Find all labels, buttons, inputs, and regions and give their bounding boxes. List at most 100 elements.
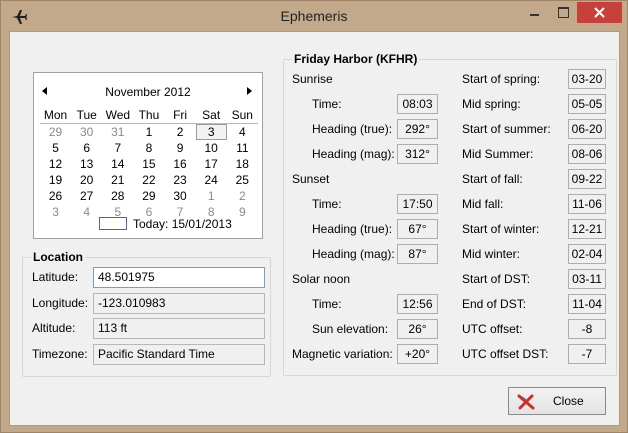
- altitude-field[interactable]: 113 ft: [93, 318, 265, 339]
- calendar-day[interactable]: 3: [195, 124, 227, 140]
- close-icon: [594, 7, 605, 18]
- season-value: 09-22: [568, 169, 606, 189]
- calendar-day[interactable]: 4: [71, 204, 102, 220]
- sunset-time-value: 17:50: [397, 194, 438, 214]
- calendar-day[interactable]: 12: [40, 156, 71, 172]
- calendar-day[interactable]: 15: [133, 156, 164, 172]
- calendar-day[interactable]: 24: [196, 172, 227, 188]
- calendar-day[interactable]: 8: [133, 140, 164, 156]
- station-group: Friday Harbor (KFHR) Sunrise Time: 08:03…: [283, 52, 617, 376]
- weekday-label: Fri: [173, 108, 188, 122]
- calendar-day[interactable]: 3: [40, 204, 71, 220]
- weekday-label: Thu: [138, 108, 160, 122]
- season-value: 03-20: [568, 69, 606, 89]
- sun-elevation-value: 26°: [397, 319, 438, 339]
- calendar-day[interactable]: 2: [165, 124, 196, 140]
- season-label: Start of summer:: [462, 122, 551, 136]
- calendar-week-row: 12 13 14 15 16 17 18: [40, 156, 258, 172]
- solar-noon-time-value: 12:56: [397, 294, 438, 314]
- longitude-field[interactable]: -123.010983: [93, 293, 265, 314]
- sun-elevation-label: Sun elevation:: [312, 322, 389, 336]
- calendar-day[interactable]: 22: [133, 172, 164, 188]
- red-x-icon: [517, 394, 535, 413]
- calendar-day[interactable]: 14: [102, 156, 133, 172]
- calendar-day[interactable]: 20: [71, 172, 102, 188]
- weekday-label: Sat: [202, 108, 221, 122]
- minimize-button[interactable]: [521, 2, 547, 23]
- dialog-body: November 2012 Mon Tue Wed Thu Fri Sat Sun 29 30 3…: [9, 31, 620, 426]
- title-bar[interactable]: Ephemeris: [1, 1, 627, 31]
- calendar-day[interactable]: 7: [102, 140, 133, 156]
- calendar-day[interactable]: 25: [227, 172, 258, 188]
- season-label: Mid fall:: [462, 197, 504, 211]
- sunset-time-label: Time:: [312, 197, 342, 211]
- sunrise-heading-mag-value: 312°: [397, 144, 438, 164]
- calendar-day[interactable]: 30: [165, 188, 196, 204]
- season-label: Start of fall:: [462, 172, 523, 186]
- calendar-week-row: 5 6 7 8 9 10 11: [40, 140, 258, 156]
- calendar-day[interactable]: 18: [227, 156, 258, 172]
- calendar-day[interactable]: 31: [102, 124, 133, 140]
- season-label: End of DST:: [462, 297, 527, 311]
- weekday-label: Mon: [43, 108, 68, 122]
- calendar-day[interactable]: 27: [71, 188, 102, 204]
- station-title: Friday Harbor (KFHR): [292, 52, 420, 66]
- calendar-day[interactable]: 10: [196, 140, 227, 156]
- sunset-heading-mag-value: 87°: [397, 244, 438, 264]
- season-label: UTC offset:: [462, 322, 523, 336]
- calendar-day[interactable]: 5: [40, 140, 71, 156]
- ephemeris-window: Ephemeris November 2012 Mon Tue Wed Thu Fri S…: [0, 0, 628, 433]
- longitude-label: Longitude:: [32, 296, 89, 310]
- season-value: 11-06: [568, 194, 606, 214]
- calendar-day[interactable]: 28: [102, 188, 133, 204]
- calendar-day[interactable]: 17: [196, 156, 227, 172]
- sunset-heading: Sunset: [292, 172, 330, 186]
- sunset-heading-true-label: Heading (true):: [312, 222, 393, 236]
- season-label: Mid Summer:: [462, 147, 534, 161]
- next-month-icon[interactable]: [242, 87, 252, 97]
- month-calendar[interactable]: November 2012 Mon Tue Wed Thu Fri Sat Sun 29 30 3…: [33, 72, 263, 239]
- sunrise-heading-mag-label: Heading (mag):: [312, 147, 395, 161]
- calendar-day[interactable]: 29: [133, 188, 164, 204]
- calendar-day[interactable]: 26: [40, 188, 71, 204]
- calendar-day[interactable]: 30: [71, 124, 102, 140]
- close-button[interactable]: Close: [508, 387, 606, 415]
- calendar-day[interactable]: 4: [227, 124, 258, 140]
- sunrise-heading-true-value: 292°: [397, 119, 438, 139]
- calendar-day[interactable]: 23: [165, 172, 196, 188]
- calendar-day[interactable]: 11: [227, 140, 258, 156]
- season-label: Mid spring:: [462, 97, 521, 111]
- window-close-button[interactable]: [577, 2, 622, 23]
- season-value: -8: [568, 319, 606, 339]
- timezone-field[interactable]: Pacific Standard Time: [93, 344, 265, 365]
- calendar-grid: Mon Tue Wed Thu Fri Sat Sun 29 30 31 1 2 3 4 5 6 7 8 9 10 11…: [40, 107, 258, 220]
- calendar-day[interactable]: 1: [196, 188, 227, 204]
- calendar-day[interactable]: 21: [102, 172, 133, 188]
- sunset-heading-true-value: 67°: [397, 219, 438, 239]
- calendar-day[interactable]: 2: [227, 188, 258, 204]
- season-value: 03-11: [568, 269, 606, 289]
- season-value: 11-04: [568, 294, 606, 314]
- calendar-day[interactable]: 9: [165, 140, 196, 156]
- season-value: 05-05: [568, 94, 606, 114]
- calendar-day[interactable]: 6: [71, 140, 102, 156]
- calendar-day[interactable]: 1: [133, 124, 164, 140]
- calendar-week-row: 29 30 31 1 2 3 4: [40, 124, 258, 140]
- sunset-heading-mag-label: Heading (mag):: [312, 247, 395, 261]
- calendar-day[interactable]: 29: [40, 124, 71, 140]
- weekday-label: Wed: [105, 108, 131, 122]
- calendar-day[interactable]: 19: [40, 172, 71, 188]
- altitude-label: Altitude:: [32, 321, 76, 335]
- season-label: Mid winter:: [462, 247, 521, 261]
- calendar-day[interactable]: 16: [165, 156, 196, 172]
- latitude-field[interactable]: 48.501975: [93, 267, 265, 288]
- calendar-month-label[interactable]: November 2012: [34, 85, 262, 99]
- season-value: -7: [568, 344, 606, 364]
- weekday-label: Sun: [231, 108, 253, 122]
- calendar-day[interactable]: 13: [71, 156, 102, 172]
- season-value: 12-21: [568, 219, 606, 239]
- today-label: Today: 15/01/2013: [133, 217, 232, 231]
- maximize-button[interactable]: [550, 2, 576, 23]
- weekday-label: Tue: [76, 108, 97, 122]
- latitude-label: Latitude:: [32, 270, 79, 284]
